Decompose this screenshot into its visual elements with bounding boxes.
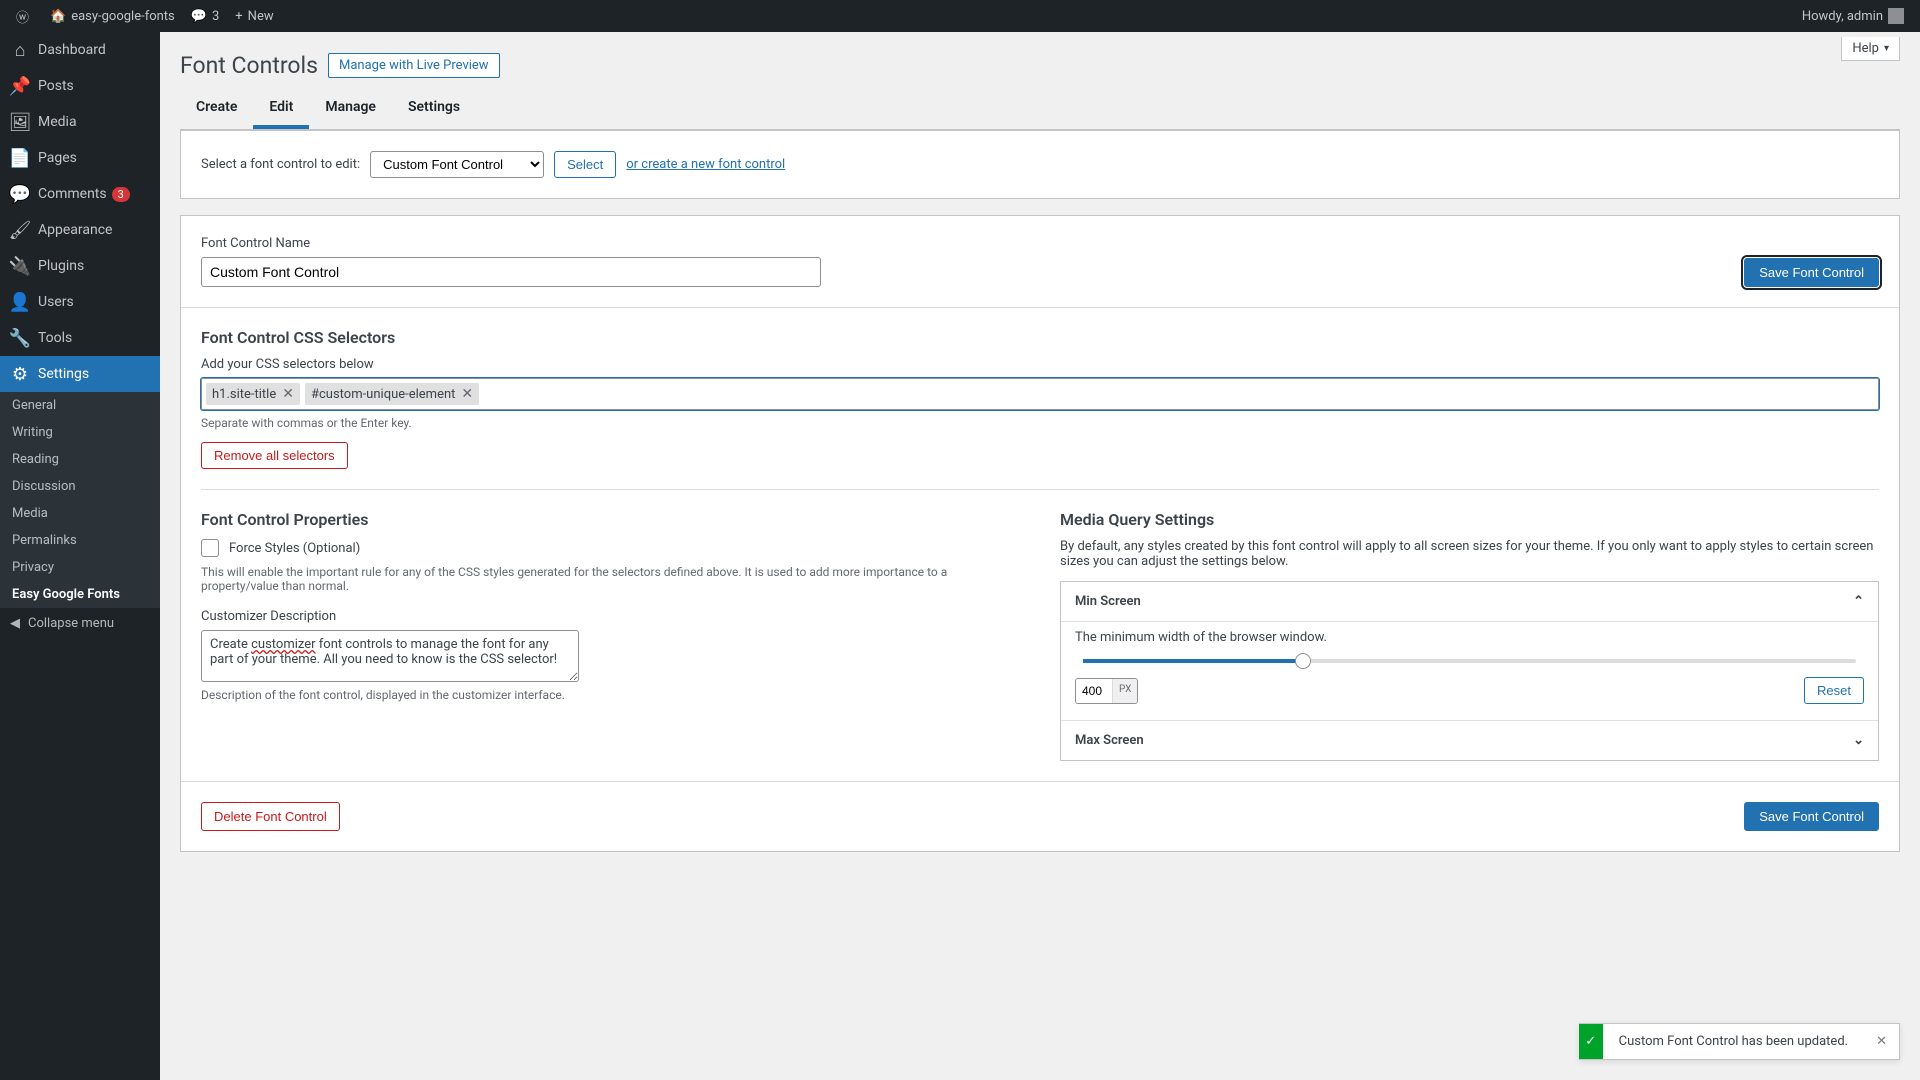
avatar xyxy=(1888,8,1904,24)
properties-title: Font Control Properties xyxy=(201,510,1020,529)
sidebar-sub-general[interactable]: General xyxy=(0,392,160,419)
sidebar-item-media[interactable]: 🖼Media xyxy=(0,104,160,140)
css-tag: #custom-unique-element✕ xyxy=(305,383,479,405)
tab-edit[interactable]: Edit xyxy=(253,89,309,129)
new-content-link[interactable]: +New xyxy=(227,0,281,32)
collapse-menu-button[interactable]: ◀Collapse menu xyxy=(0,608,160,639)
delete-font-control-button[interactable]: Delete Font Control xyxy=(201,802,340,831)
plugins-icon: 🔌 xyxy=(10,256,30,276)
tab-bar: CreateEditManageSettings xyxy=(180,89,1900,130)
font-control-name-input[interactable] xyxy=(201,257,821,287)
site-name-link[interactable]: 🏠easy-google-fonts xyxy=(42,0,183,32)
min-screen-slider[interactable] xyxy=(1083,659,1856,663)
chevron-down-icon: ⌄ xyxy=(1853,733,1864,748)
wp-logo[interactable]: ⓦ xyxy=(8,0,42,32)
settings-icon: ⚙ xyxy=(10,364,30,384)
sidebar-item-comments[interactable]: 💬Comments3 xyxy=(0,176,160,212)
unit-label: PX xyxy=(1112,679,1137,703)
tools-icon: 🔧 xyxy=(10,328,30,348)
remove-tag-icon[interactable]: ✕ xyxy=(282,386,294,402)
reset-min-button[interactable]: Reset xyxy=(1804,677,1864,704)
appearance-icon: 🖌 xyxy=(10,220,30,240)
comments-link[interactable]: 💬3 xyxy=(183,0,228,32)
help-tab[interactable]: Help xyxy=(1841,37,1900,61)
max-screen-toggle[interactable]: Max Screen ⌄ xyxy=(1061,720,1878,760)
toast-close-button[interactable]: ✕ xyxy=(1864,1034,1899,1049)
sidebar-item-settings[interactable]: ⚙Settings xyxy=(0,356,160,392)
slider-thumb[interactable] xyxy=(1295,653,1311,669)
css-tag: h1.site-title✕ xyxy=(206,383,300,405)
css-selectors-input[interactable]: h1.site-title✕#custom-unique-element✕ xyxy=(201,378,1879,410)
sidebar-item-users[interactable]: 👤Users xyxy=(0,284,160,320)
sidebar-sub-discussion[interactable]: Discussion xyxy=(0,473,160,500)
css-sub-label: Add your CSS selectors below xyxy=(201,357,1879,372)
min-screen-desc: The minimum width of the browser window. xyxy=(1075,630,1864,645)
admin-sidebar: ⌂Dashboard📌Posts🖼Media📄Pages💬Comments3🖌A… xyxy=(0,32,160,1080)
customizer-desc-hint: Description of the font control, display… xyxy=(201,688,1020,702)
toast-message: Custom Font Control has been updated. xyxy=(1603,1024,1864,1059)
media-icon: 🖼 xyxy=(10,112,30,132)
css-selectors-title: Font Control CSS Selectors xyxy=(201,328,1879,347)
force-styles-label: Force Styles (Optional) xyxy=(229,541,360,556)
css-hint: Separate with commas or the Enter key. xyxy=(201,416,1879,430)
font-control-select[interactable]: Custom Font Control xyxy=(370,151,544,178)
customizer-desc-label: Customizer Description xyxy=(201,609,1020,624)
posts-icon: 📌 xyxy=(10,76,30,96)
select-control-label: Select a font control to edit: xyxy=(201,157,360,172)
sidebar-item-plugins[interactable]: 🔌Plugins xyxy=(0,248,160,284)
select-control-panel: Select a font control to edit: Custom Fo… xyxy=(180,130,1900,199)
howdy-user[interactable]: Howdy, admin xyxy=(1794,0,1912,32)
select-button[interactable]: Select xyxy=(554,151,616,178)
sidebar-sub-permalinks[interactable]: Permalinks xyxy=(0,527,160,554)
force-styles-checkbox[interactable] xyxy=(201,539,219,557)
sidebar-sub-reading[interactable]: Reading xyxy=(0,446,160,473)
tab-settings[interactable]: Settings xyxy=(392,89,476,129)
tab-manage[interactable]: Manage xyxy=(309,89,392,129)
badge: 3 xyxy=(112,187,130,202)
sidebar-sub-writing[interactable]: Writing xyxy=(0,419,160,446)
save-button-bottom[interactable]: Save Font Control xyxy=(1744,802,1879,831)
sidebar-item-pages[interactable]: 📄Pages xyxy=(0,140,160,176)
sidebar-item-tools[interactable]: 🔧Tools xyxy=(0,320,160,356)
sidebar-sub-easy-google-fonts[interactable]: Easy Google Fonts xyxy=(0,581,160,608)
media-query-desc: By default, any styles created by this f… xyxy=(1060,539,1879,569)
pages-icon: 📄 xyxy=(10,148,30,168)
remove-tag-icon[interactable]: ✕ xyxy=(461,386,473,402)
customizer-desc-textarea[interactable]: Create customizer font controls to manag… xyxy=(201,630,579,682)
dashboard-icon: ⌂ xyxy=(10,40,30,60)
chevron-up-icon: ⌃ xyxy=(1853,594,1864,609)
success-toast: ✓ Custom Font Control has been updated. … xyxy=(1579,1023,1900,1060)
check-icon: ✓ xyxy=(1579,1024,1603,1059)
remove-all-selectors-button[interactable]: Remove all selectors xyxy=(201,442,348,469)
users-icon: 👤 xyxy=(10,292,30,312)
comments-icon: 💬 xyxy=(10,184,30,204)
min-screen-toggle[interactable]: Min Screen ⌃ xyxy=(1061,582,1878,621)
media-query-title: Media Query Settings xyxy=(1060,510,1879,529)
save-button-top[interactable]: Save Font Control xyxy=(1744,258,1879,287)
force-styles-desc: This will enable the important rule for … xyxy=(201,565,1020,593)
sidebar-sub-privacy[interactable]: Privacy xyxy=(0,554,160,581)
min-screen-value-input[interactable] xyxy=(1076,679,1112,703)
live-preview-button[interactable]: Manage with Live Preview xyxy=(328,53,500,78)
tab-create[interactable]: Create xyxy=(180,89,253,129)
name-label: Font Control Name xyxy=(201,236,821,251)
main-content: Help Font Controls Manage with Live Prev… xyxy=(160,32,1920,892)
admin-topbar: ⓦ 🏠easy-google-fonts 💬3 +New Howdy, admi… xyxy=(0,0,1920,32)
sidebar-item-posts[interactable]: 📌Posts xyxy=(0,68,160,104)
sidebar-sub-media[interactable]: Media xyxy=(0,500,160,527)
create-new-link[interactable]: or create a new font control xyxy=(626,157,785,172)
edit-panel: Font Control Name Save Font Control Font… xyxy=(180,215,1900,852)
page-title: Font Controls xyxy=(180,52,318,79)
sidebar-item-dashboard[interactable]: ⌂Dashboard xyxy=(0,32,160,68)
sidebar-item-appearance[interactable]: 🖌Appearance xyxy=(0,212,160,248)
